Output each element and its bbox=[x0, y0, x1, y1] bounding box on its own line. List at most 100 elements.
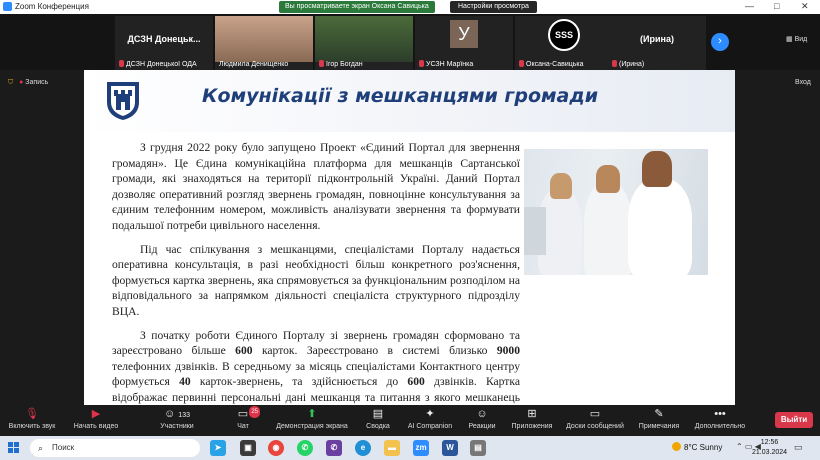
notifications-icon[interactable]: ▭ bbox=[794, 442, 803, 453]
viber-icon[interactable]: ✆ bbox=[326, 440, 342, 456]
clock-time: 12:56 bbox=[760, 439, 779, 446]
more-label: Дополнительно bbox=[694, 423, 746, 430]
document-icon: ▤ bbox=[372, 408, 384, 420]
mic-muted-icon bbox=[319, 60, 324, 67]
search-placeholder: Поиск bbox=[52, 443, 75, 452]
folder-icon[interactable]: ▬ bbox=[384, 440, 400, 456]
avatar: У bbox=[450, 20, 478, 48]
notes-label: Примечания bbox=[638, 423, 680, 430]
participant-name: Людмила Денищенко bbox=[219, 61, 289, 68]
sparkle-icon: ✦ bbox=[425, 408, 435, 420]
title-bar: Zoom Конференция Вы просматриваете экран… bbox=[0, 0, 820, 14]
participant-tile-title: ДСЗН Донецьк... bbox=[127, 34, 201, 44]
participant-video bbox=[215, 16, 313, 62]
mute-label: Включить звук bbox=[8, 423, 56, 430]
mic-muted-icon bbox=[519, 60, 524, 67]
participant-name: (Ирина) bbox=[619, 61, 645, 68]
participant-tile[interactable]: (Ирина) (Ирина) bbox=[608, 16, 706, 70]
view-button[interactable]: ▦ Вид bbox=[786, 35, 807, 43]
edge-icon[interactable]: e bbox=[355, 440, 371, 456]
smile-icon: ☺ bbox=[476, 408, 488, 420]
zoom-window: Zoom Конференция Вы просматриваете экран… bbox=[0, 0, 820, 460]
mute-button[interactable]: 🎙︎ Включить звук bbox=[6, 408, 58, 430]
clock[interactable]: 12:56 21.03.2024 bbox=[752, 438, 787, 458]
slide-paragraph: Під час спілкування з мешканцями, спеціа… bbox=[112, 242, 520, 318]
search-icon: ⌕ bbox=[38, 443, 44, 453]
more-button[interactable]: ••• Дополнительно bbox=[690, 408, 750, 430]
participant-tile[interactable]: ДСЗН Донецьк... ДСЗН Донецької ОДА bbox=[115, 16, 213, 70]
windows-start-icon[interactable] bbox=[8, 442, 20, 454]
word-icon[interactable]: W bbox=[442, 440, 458, 456]
share-label: Демонстрация экрана bbox=[276, 423, 348, 430]
participants-label: Участники bbox=[160, 423, 194, 430]
shield-icon: ⛉ bbox=[8, 79, 14, 86]
share-banner: Вы просматриваете экран Оксана Савицька bbox=[279, 1, 435, 13]
whatsapp-icon[interactable]: ✆ bbox=[297, 440, 313, 456]
participant-name: УСЗН Марїнка bbox=[426, 61, 474, 68]
weather-widget[interactable]: 8°C Sunny bbox=[672, 442, 722, 452]
zoom-app-icon bbox=[3, 2, 12, 11]
participant-tile[interactable]: У УСЗН Марїнка bbox=[415, 16, 513, 70]
summary-label: Сводка bbox=[366, 423, 390, 430]
video-off-icon: ▶ bbox=[91, 408, 101, 420]
whiteboards-button[interactable]: ▭ Доски сообщений bbox=[562, 408, 628, 430]
recording-label: Запись bbox=[25, 79, 49, 86]
people-icon: ☺ 133 bbox=[164, 408, 190, 420]
participant-name: ДСЗН Донецької ОДА bbox=[126, 61, 197, 68]
participant-strip: ДСЗН Донецьк... ДСЗН Донецької ОДА Людми… bbox=[0, 14, 820, 70]
app-icon[interactable]: ▣ bbox=[240, 440, 256, 456]
start-video-button[interactable]: ▶ Начать видео bbox=[70, 408, 122, 430]
mic-off-icon: 🎙︎ bbox=[25, 408, 39, 420]
meeting-toolbar: 🎙︎ Включить звук ▶ Начать видео ☺ 133 Уч… bbox=[0, 405, 820, 435]
ai-label: AI Companion bbox=[407, 423, 453, 430]
minimize-button[interactable]: — bbox=[745, 1, 754, 11]
slide-title: Комунікації з мешканцями громади bbox=[202, 85, 599, 107]
leave-button[interactable]: Выйти bbox=[775, 412, 813, 428]
maximize-button[interactable]: □ bbox=[774, 1, 779, 11]
app-icon[interactable]: ▤ bbox=[470, 440, 486, 456]
weather-label: 8°C Sunny bbox=[684, 443, 723, 452]
chat-label: Чат bbox=[237, 423, 249, 430]
video-label: Начать видео bbox=[73, 423, 119, 430]
avatar: SSS bbox=[548, 19, 580, 51]
view-settings-button[interactable]: Настройки просмотра bbox=[450, 1, 537, 13]
participants-button[interactable]: ☺ 133 Участники bbox=[155, 408, 199, 430]
zoom-taskbar-icon[interactable]: zm bbox=[413, 440, 429, 456]
participant-tile[interactable]: Людмила Денищенко bbox=[215, 16, 313, 70]
participant-video bbox=[315, 16, 413, 62]
apps-button[interactable]: ⊞ Приложения bbox=[508, 408, 556, 430]
summary-button[interactable]: ▤ Сводка bbox=[362, 408, 394, 430]
chrome-icon[interactable]: ◉ bbox=[268, 440, 284, 456]
recording-indicator[interactable]: ⛉ ● Запись bbox=[8, 79, 48, 87]
notes-icon: ✎ bbox=[654, 408, 664, 420]
mic-muted-icon bbox=[612, 60, 617, 67]
slide-paragraph: З початку роботи Єдиного Порталу зі звер… bbox=[112, 328, 521, 404]
close-button[interactable]: ✕ bbox=[801, 1, 809, 12]
participant-name: Оксана-Савицька bbox=[526, 61, 584, 68]
whiteboard-icon: ▭ bbox=[589, 408, 601, 420]
view-label: Вид bbox=[794, 36, 808, 43]
reactions-label: Реакции bbox=[468, 423, 496, 430]
slide-header: Комунікації з мешканцями громади bbox=[84, 70, 735, 132]
clock-date: 21.03.2024 bbox=[752, 449, 788, 456]
chevron-right-icon[interactable]: › bbox=[711, 33, 729, 51]
more-icon: ••• bbox=[714, 408, 726, 420]
chat-button[interactable]: ▭ 25 Чат bbox=[232, 406, 260, 430]
taskbar-search[interactable]: ⌕ Поиск bbox=[30, 439, 200, 457]
participant-tile[interactable]: Ігор Богдан bbox=[315, 16, 413, 70]
ai-companion-button[interactable]: ✦ AI Companion bbox=[404, 408, 456, 430]
chat-badge: 25 bbox=[249, 406, 260, 418]
share-screen-icon: ⬆ bbox=[307, 408, 317, 420]
participant-tile-title: (Ирина) bbox=[640, 34, 674, 44]
notes-button[interactable]: ✎ Примечания bbox=[635, 408, 683, 430]
share-screen-button[interactable]: ⬆ Демонстрация экрана bbox=[272, 408, 352, 430]
sun-icon bbox=[672, 442, 681, 451]
participant-name: Ігор Богдан bbox=[326, 61, 363, 68]
window-title: Zoom Конференция bbox=[15, 2, 89, 11]
participant-tile[interactable]: SSS Оксана-Савицька bbox=[515, 16, 613, 70]
slide-paragraph: З грудня 2022 року було запущено Проект … bbox=[112, 141, 520, 232]
exit-fullscreen-button[interactable]: Вход bbox=[795, 79, 811, 86]
telegram-icon[interactable]: ➤ bbox=[210, 440, 226, 456]
reactions-button[interactable]: ☺ Реакции bbox=[466, 408, 498, 430]
slide-body: З грудня 2022 року було запущено Проект … bbox=[112, 140, 520, 405]
